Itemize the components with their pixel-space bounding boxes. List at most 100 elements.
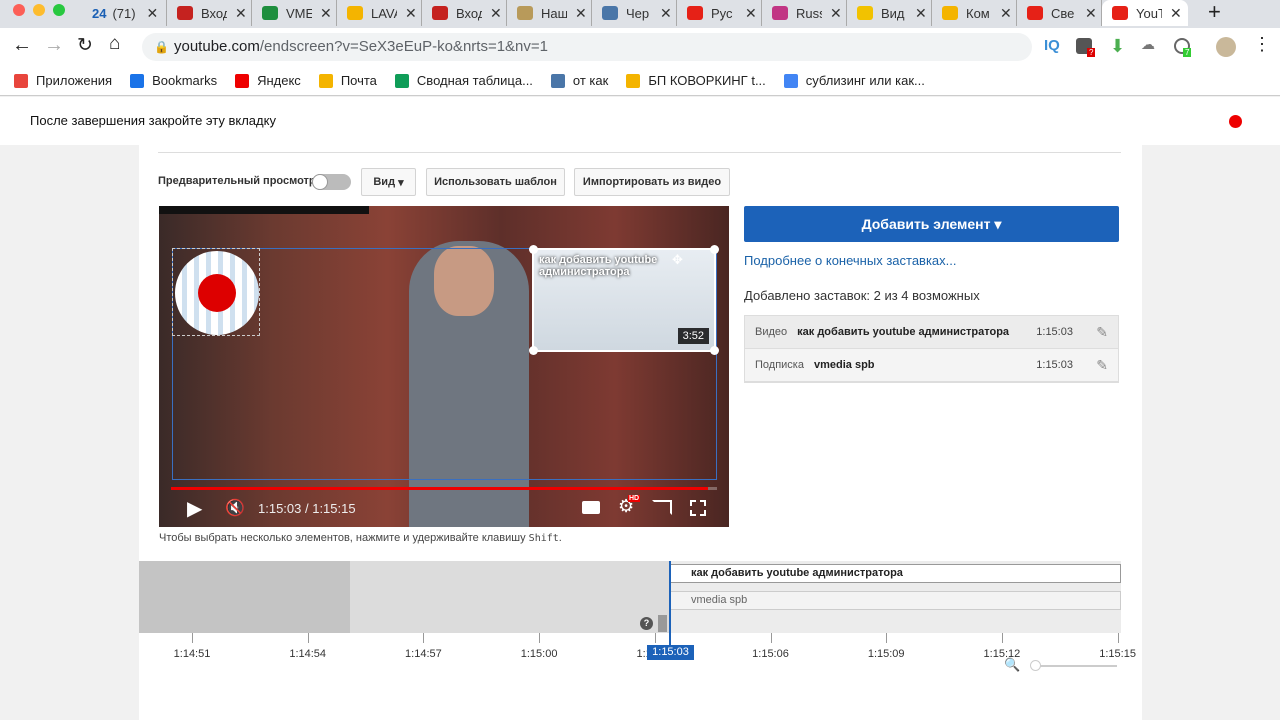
element-row[interactable]: Подписка vmedia spb 1:15:03 ✎	[745, 349, 1118, 382]
preview-label: Предварительный просмотр	[158, 175, 316, 187]
forward-icon[interactable]: →	[44, 34, 64, 57]
close-tab-icon[interactable]: ✕	[915, 5, 927, 22]
close-tab-icon[interactable]: ✕	[1170, 5, 1182, 22]
back-icon[interactable]: ←	[12, 34, 32, 57]
iq-extension-icon[interactable]: IQ	[1044, 37, 1060, 54]
bookmark-item[interactable]: Приложения	[14, 73, 112, 88]
bookmark-item[interactable]: Яндекс	[235, 73, 301, 88]
ruler-tick	[423, 633, 425, 643]
view-dropdown[interactable]: Вид ▾	[361, 168, 416, 196]
menu-icon[interactable]: ⋮	[1253, 34, 1271, 55]
close-tab-icon[interactable]: ✕	[830, 5, 842, 22]
browser-tab[interactable]: Рус ✕	[677, 0, 762, 26]
close-tab-notice: После завершения закройте эту вкладку	[30, 113, 276, 128]
close-tab-icon[interactable]: ✕	[320, 5, 332, 22]
element-row[interactable]: Видео как добавить youtube администратора…	[745, 316, 1118, 349]
new-tab-button[interactable]: +	[1208, 0, 1221, 24]
close-tab-icon[interactable]: ✕	[146, 5, 158, 22]
close-tab-icon[interactable]: ✕	[1000, 5, 1012, 22]
import-from-video-button[interactable]: Импортировать из видео	[574, 168, 730, 196]
add-element-button[interactable]: Добавить элемент ▾	[744, 206, 1119, 242]
resize-handle[interactable]	[710, 245, 719, 254]
browser-tab[interactable]: Ком ✕	[932, 0, 1017, 26]
bookmark-label: сублизинг или как...	[805, 73, 925, 88]
browser-tab[interactable]: Russ ✕	[762, 0, 847, 26]
bookmarks-bar: Приложения Bookmarks Яндекс Почта Сводная та…	[0, 66, 1280, 96]
ruler-tick	[886, 633, 888, 643]
maximize-window-button[interactable]	[53, 4, 65, 16]
bookmark-icon	[626, 73, 641, 88]
muted-icon[interactable]: 🔇	[225, 498, 245, 518]
browser-tab[interactable]: Чер ✕	[592, 0, 677, 26]
close-tab-icon[interactable]: ✕	[405, 5, 417, 22]
bookmark-icon	[130, 73, 145, 88]
close-tab-icon[interactable]: ✕	[235, 5, 247, 22]
zoom-slider[interactable]	[1030, 660, 1117, 671]
close-tab-icon[interactable]: ✕	[575, 5, 587, 22]
element-time: 1:15:03	[1036, 326, 1073, 338]
ruler-tick	[307, 633, 309, 643]
learn-more-link[interactable]: Подробнее о конечных заставках...	[744, 253, 957, 268]
download-extension-icon[interactable]: ⬇	[1110, 36, 1125, 57]
close-window-button[interactable]	[13, 4, 25, 16]
subtitles-icon[interactable]	[582, 501, 600, 514]
tab-title: LAVA	[371, 5, 397, 21]
use-template-button[interactable]: Использовать шаблон	[426, 168, 565, 196]
close-tab-icon[interactable]: ✕	[745, 5, 757, 22]
address-bar[interactable]: 🔒 youtube.com/endscreen?v=SeX3eEuP-ko&nr…	[142, 33, 1032, 61]
resize-handle[interactable]	[529, 346, 538, 355]
home-icon[interactable]: ⌂	[109, 33, 120, 55]
bookmark-label: Приложения	[36, 73, 113, 88]
tab-favicon-icon	[432, 6, 448, 20]
preview-toggle[interactable]	[312, 174, 351, 190]
timeline-track-subscribe[interactable]: vmedia spb	[670, 591, 1121, 610]
bookmark-item[interactable]: Почта	[318, 73, 377, 88]
minimize-window-button[interactable]	[33, 4, 45, 16]
edit-pencil-icon[interactable]: ✎	[1096, 324, 1108, 341]
browser-tab[interactable]: Све ✕	[1017, 0, 1102, 26]
browser-tab[interactable]: LAVA ✕	[337, 0, 422, 26]
browser-tab[interactable]: VMEDIA ✕	[252, 0, 337, 26]
fullscreen-icon[interactable]	[690, 500, 706, 516]
avatar[interactable]	[1216, 37, 1236, 57]
cast-icon[interactable]	[652, 500, 672, 515]
element-type: Подписка	[755, 359, 804, 371]
video-duration: 3:52	[677, 328, 709, 344]
browser-tab[interactable]: YouTube ✕	[1102, 0, 1188, 26]
tab-title: Вид	[881, 5, 905, 21]
playhead[interactable]	[669, 561, 671, 647]
timeline-track-video[interactable]: как добавить youtube администратора	[670, 564, 1121, 583]
url-path: /endscreen?v=SeX3eEuP-ko&nrts=1&nv=1	[259, 38, 548, 55]
bookmark-icon	[235, 73, 250, 88]
edit-pencil-icon[interactable]: ✎	[1096, 357, 1108, 374]
close-tab-icon[interactable]: ✕	[660, 5, 672, 22]
browser-tab[interactable]: Входящие ✕	[422, 0, 507, 26]
video-element[interactable]: как добавить youtube администратора 3:52…	[529, 245, 719, 355]
tab-favicon: 24	[92, 5, 107, 21]
extension-icon[interactable]: ☁	[1141, 36, 1155, 53]
bookmark-icon	[14, 73, 28, 88]
bookmark-item[interactable]: Сводная таблица...	[394, 73, 533, 88]
browser-tab[interactable]: Наш ✕	[507, 0, 592, 26]
bookmark-item[interactable]: Bookmarks	[130, 73, 217, 88]
bookmark-item[interactable]: от как	[550, 73, 608, 88]
move-icon[interactable]: ✥	[672, 252, 683, 268]
resize-handle[interactable]	[710, 346, 719, 355]
subscribe-element[interactable]	[172, 248, 260, 336]
browser-tab[interactable]: Вид ✕	[847, 0, 932, 26]
browser-tab[interactable]: Входящие ✕	[167, 0, 252, 26]
extension-badge: 7	[1183, 48, 1192, 57]
browser-tab[interactable]: 24 (71) ✕	[82, 0, 167, 26]
timeline[interactable]: как добавить youtube администратора vmed…	[139, 561, 1121, 633]
timeline-handle[interactable]	[658, 615, 667, 632]
close-tab-icon[interactable]: ✕	[1085, 5, 1097, 22]
help-icon[interactable]: ?	[640, 617, 653, 630]
progress-bar[interactable]	[171, 487, 717, 490]
video-player[interactable]: как добавить youtube администратора 3:52…	[159, 206, 729, 527]
reload-icon[interactable]: ↻	[77, 34, 93, 57]
bookmark-item[interactable]: БП КОВОРКИНГ t...	[626, 73, 766, 88]
resize-handle[interactable]	[529, 245, 538, 254]
close-tab-icon[interactable]: ✕	[490, 5, 502, 22]
bookmark-item[interactable]: сублизинг или как...	[783, 73, 925, 88]
play-icon[interactable]: ▶	[187, 496, 202, 521]
